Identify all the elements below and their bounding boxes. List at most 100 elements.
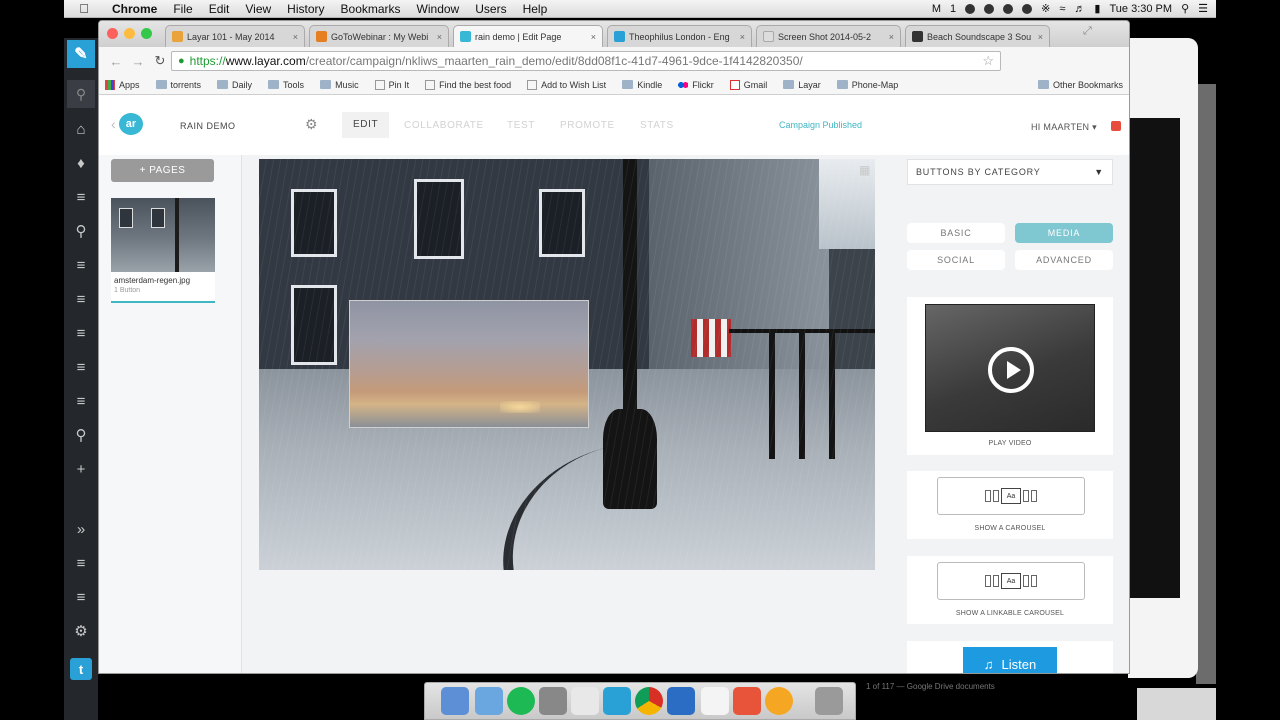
category-advanced[interactable]: ADVANCED [1015,250,1113,270]
apple-icon[interactable]:  [64,1,104,16]
bookmark-kindle[interactable]: Kindle [622,80,662,90]
category-media[interactable]: MEDIA [1015,223,1113,243]
close-tab-icon[interactable]: × [1038,32,1043,42]
bookmark-gmail[interactable]: Gmail [729,79,767,90]
menu-file[interactable]: File [165,2,200,16]
bookmark-daily[interactable]: Daily [217,80,252,90]
column-icon[interactable]: ≡ [68,354,94,380]
column-icon[interactable]: ≡ [68,320,94,346]
add-pages-button[interactable]: + PAGES [111,159,214,182]
notifications-icon[interactable]: ♦ [68,150,94,176]
clock[interactable]: Tue 3:30 PM [1109,3,1172,15]
close-tab-icon[interactable]: × [740,32,745,42]
tab-gotowebinar[interactable]: GoToWebinar : My Webi × [309,25,449,47]
bookmark-apps[interactable]: Apps [105,79,140,90]
bluetooth-icon[interactable]: ※ [1041,2,1050,15]
volume-icon[interactable]: ♬ [1074,3,1085,15]
menu-app-name[interactable]: Chrome [104,2,165,16]
gear-icon[interactable]: ⚙ [305,116,318,133]
category-dropdown[interactable]: BUTTONS BY CATEGORY ▼ [907,159,1113,185]
page-thumbnail[interactable]: amsterdam-regen.jpg 1 Button [111,198,215,303]
wifi-icon[interactable]: ≈ [1059,3,1065,15]
menu-bookmarks[interactable]: Bookmarks [333,2,409,16]
timemachine-icon[interactable] [1022,3,1033,14]
expand-icon[interactable]: » [68,516,94,542]
fullscreen-icon[interactable]: ⤢ [1083,25,1092,38]
bookmark-find-food[interactable]: Find the best food [425,79,511,90]
linkable-carousel-button-card[interactable]: Aa SHOW A LINKABLE CAROUSEL [907,556,1113,624]
status-icon[interactable] [965,3,976,14]
column-icon[interactable]: ≡ [68,584,94,610]
app-icon[interactable] [539,687,567,715]
search-icon[interactable]: ⚲ [68,422,94,448]
search-icon[interactable]: ⚲ [67,80,95,108]
page-canvas[interactable] [259,159,875,570]
tab-rain-demo[interactable]: rain demo | Edit Page × [453,25,603,47]
twitter-icon[interactable]: t [70,658,92,680]
sunset-image-layer[interactable] [349,300,589,428]
tab-collaborate[interactable]: COLLABORATE [404,120,484,131]
menu-window[interactable]: Window [409,2,468,16]
column-icon[interactable]: ≡ [68,252,94,278]
bookmark-tools[interactable]: Tools [268,80,304,90]
battery-icon[interactable]: ▮ [1094,2,1100,15]
twitter-icon[interactable] [603,687,631,715]
settings-icon[interactable]: ⚙ [68,618,94,644]
column-icon[interactable]: ≡ [68,286,94,312]
bookmark-pin-it[interactable]: Pin It [374,79,409,90]
close-tab-icon[interactable]: × [293,32,298,42]
bookmark-wish-list[interactable]: Add to Wish List [527,79,606,90]
carousel-button-card[interactable]: Aa SHOW A CAROUSEL [907,471,1113,539]
tab-stats[interactable]: STATS [640,120,674,131]
layar-logo[interactable]: ar [119,113,143,135]
close-window-button[interactable] [107,28,118,39]
add-icon[interactable]: + [68,456,94,482]
category-social[interactable]: SOCIAL [907,250,1005,270]
menu-edit[interactable]: Edit [201,2,238,16]
tab-screen-shot[interactable]: Screen Shot 2014-05-2 × [756,25,901,47]
tab-layar-101[interactable]: Layar 101 - May 2014 × [165,25,305,47]
address-bar[interactable]: ● https:// www.layar.com /creator/campai… [171,51,1001,71]
tab-test[interactable]: TEST [507,120,535,131]
minimize-window-button[interactable] [124,28,135,39]
play-video-button-card[interactable]: PLAY VIDEO [907,297,1113,455]
trash-icon[interactable] [815,687,843,715]
tab-theophilus-london[interactable]: Theophilus London - Eng × [607,25,752,47]
close-tab-icon[interactable]: × [889,32,894,42]
user-menu[interactable]: HI MAARTEN ▾ [1031,122,1097,133]
home-icon[interactable]: ⌂ [68,116,94,142]
grid-icon[interactable]: ▦ [859,163,870,177]
menu-users[interactable]: Users [467,2,514,16]
word-icon[interactable] [667,687,695,715]
bookmark-layar[interactable]: Layar [783,80,821,90]
tab-beach-soundscape[interactable]: Beach Soundscape 3 Sou × [905,25,1050,47]
column-icon[interactable]: ≡ [68,550,94,576]
headphones-icon[interactable] [984,3,995,14]
bookmark-other[interactable]: Other Bookmarks [1037,80,1123,90]
search-icon[interactable]: ⚲ [68,218,94,244]
user-avatar[interactable] [1111,121,1121,131]
column-icon[interactable]: ≡ [68,184,94,210]
spotify-icon[interactable] [507,687,535,715]
back-chevron-icon[interactable]: ‹ [111,116,116,132]
close-tab-icon[interactable]: × [437,32,442,42]
listen-button-card[interactable]: ♫ Listen [907,641,1113,673]
category-basic[interactable]: BASIC [907,223,1005,243]
app-icon[interactable] [733,687,761,715]
bookmark-music[interactable]: Music [320,80,359,90]
photos-icon[interactable] [765,687,793,715]
tab-promote[interactable]: PROMOTE [560,120,615,131]
reload-icon[interactable]: ↻ [149,53,171,69]
forward-arrow-icon[interactable]: → [127,54,149,69]
menu-history[interactable]: History [279,2,332,16]
menu-help[interactable]: Help [515,2,556,16]
dropbox-icon[interactable] [1003,3,1014,14]
app-icon[interactable] [701,687,729,715]
back-arrow-icon[interactable]: ← [105,54,127,69]
app-icon[interactable] [475,687,503,715]
gmail-status-icon[interactable]: M [932,3,941,15]
listen-button[interactable]: ♫ Listen [963,647,1057,673]
bookmark-phone-map[interactable]: Phone-Map [836,80,898,90]
notification-center-icon[interactable]: ☰ [1198,2,1208,15]
menu-view[interactable]: View [237,2,279,16]
